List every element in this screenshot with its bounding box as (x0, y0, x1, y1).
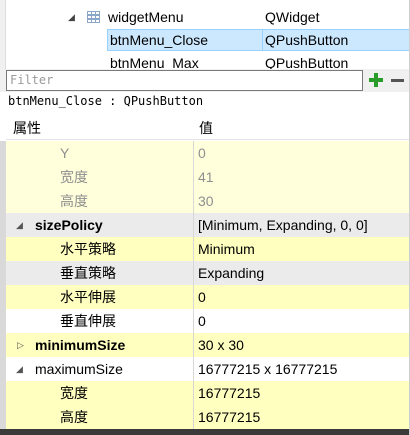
property-column-header[interactable]: 属性 (13, 118, 41, 138)
expand-arrow-icon[interactable]: ▷ (17, 333, 24, 357)
column-divider (193, 237, 194, 261)
add-property-icon[interactable] (368, 72, 384, 88)
property-name: 垂直伸展 (60, 313, 116, 329)
property-value[interactable]: 16777215 x 16777215 (198, 357, 337, 381)
property-value[interactable]: 0 (198, 141, 206, 165)
filter-bar: Filter (0, 69, 410, 92)
tree-item-btnmenu-close[interactable]: btnMenu_Close QPushButton (0, 29, 410, 51)
column-divider (193, 405, 194, 429)
property-row-max-width[interactable]: 宽度 16777215 (6, 381, 410, 405)
column-divider (193, 261, 194, 285)
property-value[interactable]: 0 (198, 285, 206, 309)
property-row-horizontal-stretch[interactable]: 水平伸展 0 (6, 285, 410, 309)
column-divider (193, 381, 194, 405)
property-value[interactable]: 30 (198, 189, 214, 213)
property-value[interactable]: 41 (198, 165, 214, 189)
filter-input[interactable]: Filter (6, 70, 363, 91)
collapse-arrow-icon[interactable]: ◢ (16, 357, 23, 381)
property-name: 水平策略 (60, 241, 116, 257)
property-row-width[interactable]: 宽度 41 (6, 165, 410, 189)
property-row-minimumsize[interactable]: ▷ minimumSize 30 x 30 (6, 333, 410, 357)
column-divider (193, 333, 194, 357)
property-grid: Y 0 宽度 41 高度 30 ◢ sizePolicy [Minimum, E… (0, 141, 410, 435)
property-name: 宽度 (60, 169, 88, 185)
value-column-header[interactable]: 值 (199, 118, 213, 138)
collapse-arrow-icon[interactable]: ◢ (16, 213, 23, 237)
remove-property-icon[interactable] (390, 72, 406, 88)
column-divider (193, 357, 194, 381)
tree-item-name: widgetMenu (108, 9, 184, 25)
property-value[interactable]: Expanding (198, 261, 264, 285)
property-value[interactable]: 16777215 (198, 405, 260, 429)
column-divider (262, 29, 263, 51)
property-value[interactable]: 16777215 (198, 381, 260, 405)
property-value[interactable]: 0 (198, 309, 206, 333)
property-name: sizePolicy (35, 217, 103, 233)
object-class-label: btnMenu_Close : QPushButton (0, 92, 410, 111)
property-header[interactable]: 属性 值 (6, 114, 410, 140)
column-divider (193, 213, 194, 237)
property-name: maximumSize (35, 361, 123, 377)
property-row-sizepolicy[interactable]: ◢ sizePolicy [Minimum, Expanding, 0, 0] (6, 213, 410, 237)
column-divider (193, 141, 194, 165)
property-row-max-height[interactable]: 高度 16777215 (6, 405, 410, 429)
column-divider (193, 285, 194, 309)
column-divider (193, 309, 194, 333)
widget-grid-icon (87, 11, 100, 23)
property-name: Y (60, 145, 70, 161)
tree-item-name: btnMenu_Close (110, 32, 209, 48)
property-value[interactable]: 30 x 30 (198, 333, 244, 357)
column-divider (193, 165, 194, 189)
property-row-vertical-policy[interactable]: 垂直策略 Expanding (6, 261, 410, 285)
property-name: 宽度 (60, 385, 88, 401)
property-name: 高度 (60, 409, 88, 425)
property-row-height[interactable]: 高度 30 (6, 189, 410, 213)
column-divider (193, 189, 194, 213)
property-name: 水平伸展 (60, 289, 116, 305)
bottom-scrollbar[interactable] (0, 429, 410, 435)
tree-item-widgetmenu[interactable]: ◢ widgetMenu QWidget (0, 6, 410, 28)
tree-item-class: QPushButton (265, 32, 349, 48)
property-name: 垂直策略 (60, 265, 116, 281)
property-row-vertical-stretch[interactable]: 垂直伸展 0 (6, 309, 410, 333)
object-tree: ◢ widgetMenu QWidget btnMenu_Close QPush… (0, 0, 410, 72)
property-row-horizontal-policy[interactable]: 水平策略 Minimum (6, 237, 410, 261)
property-value[interactable]: [Minimum, Expanding, 0, 0] (198, 213, 368, 237)
property-row-maximumsize[interactable]: ◢ maximumSize 16777215 x 16777215 (6, 357, 410, 381)
tree-item-class: QWidget (265, 9, 320, 25)
property-value[interactable]: Minimum (198, 237, 255, 261)
expand-arrow-icon[interactable]: ◢ (68, 6, 75, 28)
property-row-y[interactable]: Y 0 (6, 141, 410, 165)
property-name: 高度 (60, 193, 88, 209)
property-name: minimumSize (35, 337, 126, 353)
